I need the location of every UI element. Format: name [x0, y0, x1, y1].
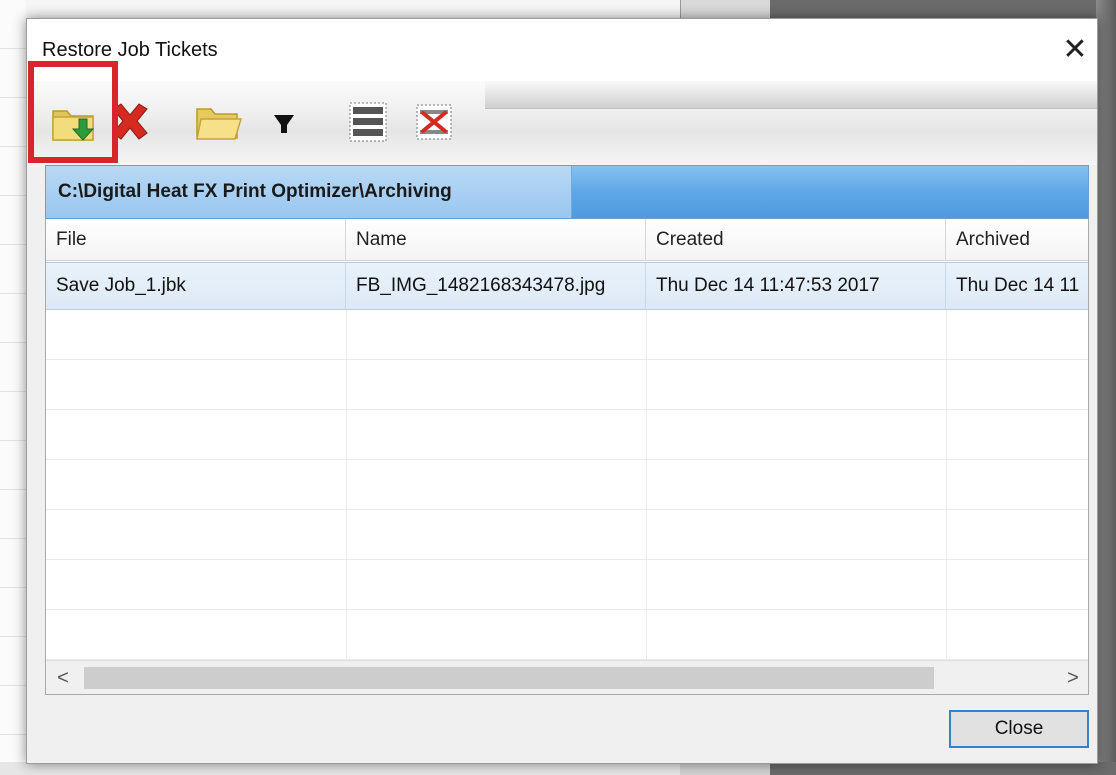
- scroll-left-button[interactable]: <: [46, 661, 80, 694]
- dialog-titlebar: Restore Job Tickets ✕: [27, 19, 1097, 81]
- toolbar-strip: [485, 81, 1097, 109]
- empty-rows-area: [46, 310, 1088, 660]
- cell-name: FB_IMG_1482168343478.jpg: [346, 263, 646, 309]
- deselect-button[interactable]: [409, 97, 459, 147]
- horizontal-scrollbar[interactable]: < >: [46, 660, 1088, 694]
- column-divider: [346, 310, 347, 660]
- scrollbar-thumb[interactable]: [84, 667, 934, 689]
- path-tab[interactable]: C:\Digital Heat FX Print Optimizer\Archi…: [46, 166, 572, 218]
- restore-job-tickets-dialog: Restore Job Tickets ✕ C:\Digital Heat FX…: [26, 18, 1098, 764]
- dialog-title: Restore Job Tickets: [42, 39, 218, 61]
- select-all-button[interactable]: [343, 97, 393, 147]
- open-folder-button[interactable]: [193, 97, 243, 147]
- scroll-right-button[interactable]: >: [1056, 661, 1088, 694]
- close-window-button[interactable]: ✕: [1055, 32, 1095, 68]
- select-all-rows-icon: [349, 102, 387, 142]
- column-divider: [646, 310, 647, 660]
- column-header-archived[interactable]: Archived: [946, 219, 1088, 261]
- archive-path: C:\Digital Heat FX Print Optimizer\Archi…: [58, 181, 452, 202]
- close-button[interactable]: Close: [949, 710, 1089, 748]
- background-spreadsheet-strip: [0, 0, 26, 775]
- column-header-file[interactable]: File: [46, 219, 346, 261]
- column-header-name[interactable]: Name: [346, 219, 646, 261]
- cell-archived: Thu Dec 14 11: [956, 275, 1080, 296]
- filter-funnel-icon: [274, 115, 294, 133]
- job-tickets-table: File Name Created Archived Save Job_1.jb…: [45, 219, 1089, 695]
- deselect-rows-icon: [416, 104, 452, 140]
- table-row[interactable]: Save Job_1.jbk FB_IMG_1482168343478.jpg …: [46, 262, 1088, 310]
- column-header-created[interactable]: Created: [646, 219, 946, 261]
- table-header-row: File Name Created Archived: [46, 219, 1088, 261]
- background-dark-area-right: [1096, 0, 1116, 775]
- path-header-bar: C:\Digital Heat FX Print Optimizer\Archi…: [45, 165, 1089, 219]
- filter-button[interactable]: [259, 97, 309, 147]
- restore-button-highlight: [28, 61, 118, 163]
- column-divider: [946, 310, 947, 660]
- cell-created: Thu Dec 14 11:47:53 2017: [646, 263, 946, 309]
- cell-file: Save Job_1.jbk: [46, 263, 346, 309]
- open-folder-icon: [196, 108, 243, 140]
